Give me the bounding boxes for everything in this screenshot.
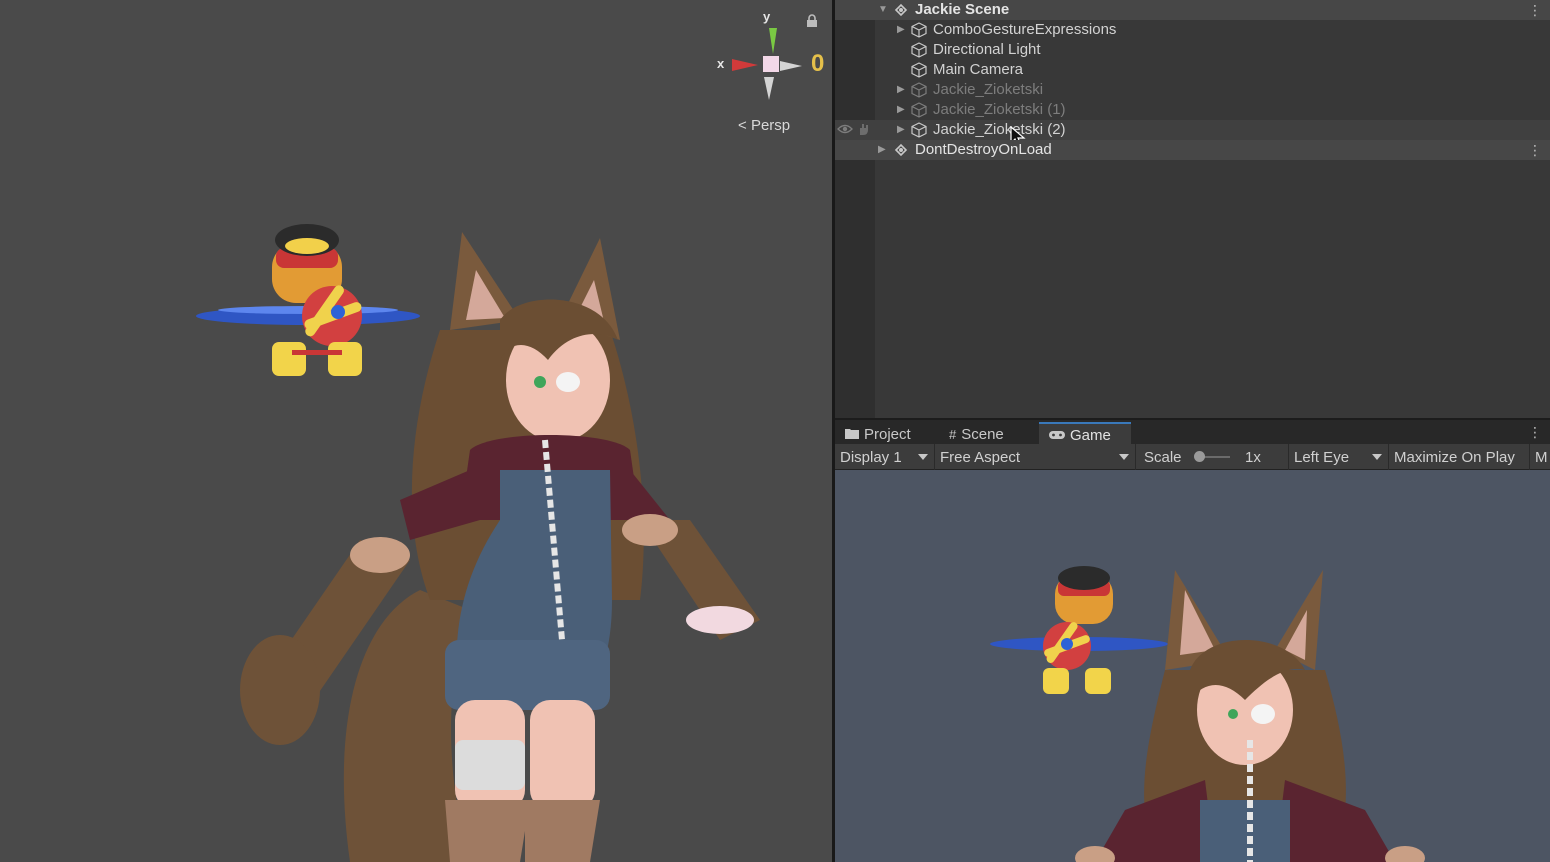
game-character-render: [990, 566, 1425, 862]
hierarchy-item-label: Jackie_Zioketski (1): [933, 101, 1066, 118]
aspect-dropdown[interactable]: Free Aspect: [935, 444, 1136, 470]
hierarchy-item-label: Directional Light: [933, 41, 1041, 58]
chevron-down-icon: [918, 454, 928, 460]
expand-arrow-icon[interactable]: ▶: [897, 104, 905, 115]
scale-value: 1x: [1245, 449, 1261, 466]
gameobject-cube-icon: [911, 82, 927, 98]
bottom-panel: Project # Scene Game ⋮ Display 1 Free As…: [835, 418, 1550, 862]
scene-view[interactable]: y x 0 < Persp: [0, 0, 832, 862]
gameobject-cube-icon: [911, 42, 927, 58]
hierarchy-item[interactable]: ▶ Jackie_Zioketski: [835, 80, 1550, 100]
gizmo-x-label: x: [717, 56, 725, 71]
game-view[interactable]: [835, 470, 1550, 862]
lock-icon[interactable]: [806, 14, 818, 32]
unity-scene-icon: [894, 143, 908, 157]
tab-label: Project: [864, 425, 911, 443]
toy-plane: [196, 224, 420, 376]
chevron-down-icon: [1119, 454, 1129, 460]
hierarchy-item[interactable]: Directional Light: [835, 40, 1550, 60]
hierarchy-item[interactable]: Main Camera: [835, 60, 1550, 80]
collapse-arrow-icon[interactable]: ▼: [878, 4, 888, 15]
toolbar-overflow[interactable]: M: [1530, 444, 1550, 470]
tab-label: Scene: [961, 425, 1004, 443]
tab-game[interactable]: Game: [1039, 422, 1131, 446]
hierarchy-item-label: Jackie_Zioketski: [933, 81, 1044, 98]
gameobject-cube-icon: [911, 122, 927, 138]
persp-chevron-icon: <: [738, 117, 747, 134]
game-toolbar: Display 1 Free Aspect Scale 1x Left Eye …: [835, 444, 1550, 470]
expand-arrow-icon[interactable]: ▶: [897, 124, 905, 135]
dontdestroy-menu-icon[interactable]: ⋮: [1528, 143, 1542, 157]
grid-icon: #: [949, 426, 957, 442]
chevron-down-icon: [1372, 454, 1382, 460]
scale-control[interactable]: Scale 1x: [1136, 444, 1289, 470]
tab-scene[interactable]: # Scene: [939, 422, 1039, 446]
dontdestroy-label: DontDestroyOnLoad: [915, 141, 1052, 158]
hierarchy-item[interactable]: ▶ Jackie_Zioketski (1): [835, 100, 1550, 120]
scale-slider-knob[interactable]: [1194, 451, 1205, 462]
unity-scene-icon: [894, 3, 908, 17]
panel-menu-icon[interactable]: ⋮: [1528, 425, 1542, 439]
display-value: Display 1: [840, 448, 902, 466]
display-dropdown[interactable]: Display 1: [835, 444, 935, 470]
maximize-label: Maximize On Play: [1394, 448, 1515, 466]
tab-project[interactable]: Project: [835, 422, 935, 446]
projection-toggle[interactable]: < Persp: [738, 117, 790, 134]
hierarchy-item-label: ComboGestureExpressions: [933, 21, 1117, 38]
hierarchy-scene-row[interactable]: ▼ Jackie Scene ⋮: [835, 0, 1550, 20]
expand-arrow-icon[interactable]: ▶: [897, 84, 905, 95]
eye-dropdown[interactable]: Left Eye: [1289, 444, 1389, 470]
maximize-on-play-toggle[interactable]: Maximize On Play: [1389, 444, 1530, 470]
toy-plane: [990, 566, 1168, 694]
scale-label: Scale: [1144, 448, 1182, 466]
hierarchy-item[interactable]: ▶ Jackie_Zioketski (2): [835, 120, 1550, 147]
scene-menu-icon[interactable]: ⋮: [1528, 3, 1542, 17]
hierarchy-item-label: Main Camera: [933, 61, 1024, 78]
gameobject-cube-icon: [911, 22, 927, 38]
gamepad-icon: [1049, 428, 1065, 443]
folder-icon: [845, 427, 859, 442]
scene-character-render: [196, 224, 760, 862]
tab-label: Game: [1070, 426, 1111, 444]
character-avatar: [1075, 570, 1425, 862]
gameobject-cube-icon: [911, 102, 927, 118]
gizmo-z-label: 0: [811, 50, 825, 77]
scene-name: Jackie Scene: [915, 1, 1010, 18]
overflow-label: M: [1535, 448, 1548, 466]
aspect-value: Free Aspect: [940, 448, 1021, 466]
pickable-hand-icon[interactable]: [857, 122, 871, 140]
eye-value: Left Eye: [1294, 448, 1350, 466]
tab-bar: Project # Scene Game ⋮: [835, 418, 1550, 446]
expand-arrow-icon[interactable]: ▶: [878, 144, 886, 155]
visibility-eye-icon[interactable]: [837, 122, 853, 140]
gameobject-cube-icon: [911, 62, 927, 78]
hierarchy-item[interactable]: ▶ ComboGestureExpressions: [835, 20, 1550, 40]
hierarchy-item-label: Jackie_Zioketski (2): [933, 121, 1066, 138]
gizmo-y-label: y: [763, 9, 771, 24]
hierarchy-dontdestroy-row[interactable]: ▶ DontDestroyOnLoad ⋮: [835, 140, 1550, 160]
hierarchy-panel[interactable]: ▼ Jackie Scene ⋮ ▶ ComboGestureExpressio…: [835, 0, 1550, 418]
expand-arrow-icon[interactable]: ▶: [897, 24, 905, 35]
projection-label: Persp: [750, 117, 791, 134]
